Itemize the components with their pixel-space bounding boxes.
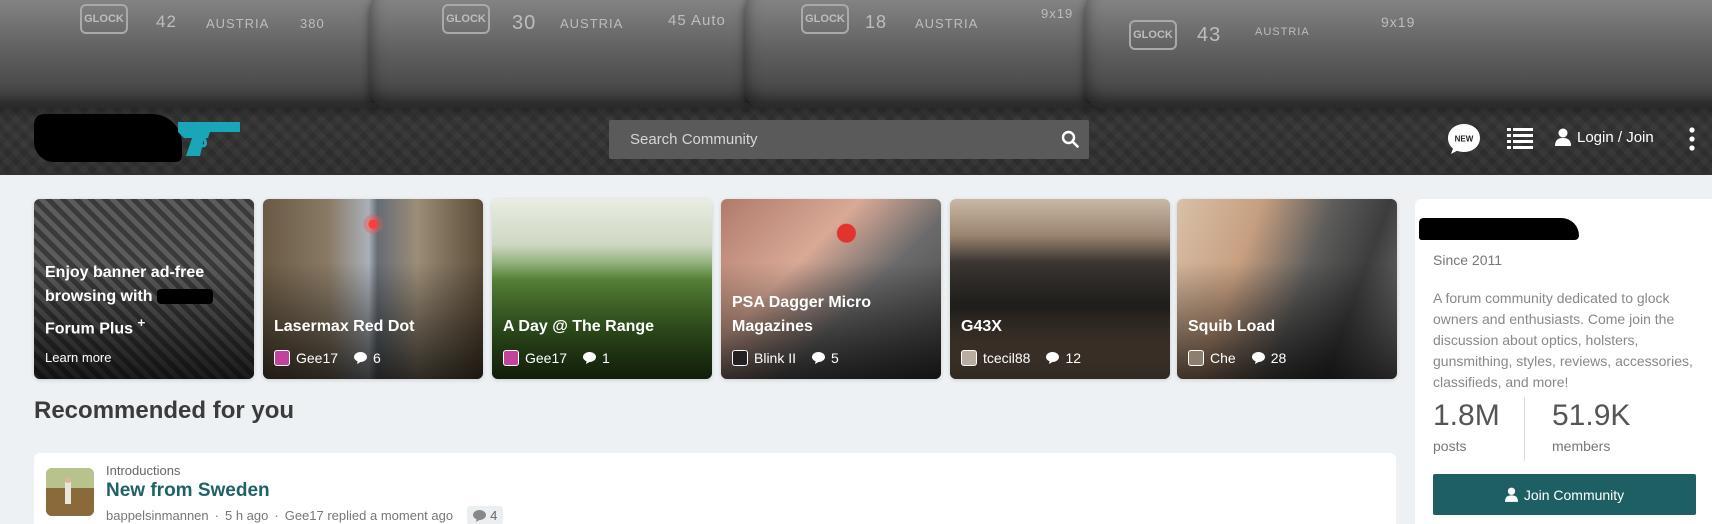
join-community-button[interactable]: Join Community [1433,474,1696,515]
members-count: 51.9K [1552,399,1631,432]
thread-card-meta: Gee17 1 [503,350,610,366]
community-since: Since 2011 [1433,252,1503,268]
thread-card[interactable]: G43X tcecil88 12 [950,199,1170,379]
pistol-logo-icon [178,122,240,156]
thread-title[interactable]: New from Sweden [106,480,270,502]
pistol-slide-3: GLOCK 18 AUSTRIA 9x19 [745,0,1105,108]
forum-plus-promo-card[interactable]: Enjoy banner ad-free browsing with Forum… [34,199,254,379]
thread-card-meta: Blink II 5 [732,350,839,366]
slide-logo: GLOCK [442,4,490,34]
thread-card-meta: tcecil88 12 [961,350,1081,366]
thread-author[interactable]: bappelsinmannen [106,508,209,523]
new-badge-text: NEW [1455,135,1474,144]
thread-card-title: G43X [961,318,1002,335]
thread-card-meta: Gee17 6 [274,350,381,366]
thread-meta: bappelsinmannen · 5 h ago · Gee17 replie… [106,506,504,524]
thread-card[interactable]: Lasermax Red Dot Gee17 6 [263,199,483,379]
new-chat-bubble-icon: NEW [1448,124,1480,154]
thread-posted-time: 5 h ago [224,508,269,523]
thread-card-title: PSA Dagger Micro Magazines [732,294,871,335]
author-name: Gee17 [296,350,339,366]
search-icon[interactable] [1061,130,1079,148]
author-avatar [961,350,977,366]
author-avatar [503,350,519,366]
thread-card-title: Squib Load [1188,318,1276,335]
comment-icon [1046,352,1060,364]
author-avatar [274,350,290,366]
pistol-slide-2: GLOCK 30 AUSTRIA 45 Auto [370,0,760,108]
members-stat: 51.9K members [1552,399,1630,454]
thread-card[interactable]: PSA Dagger Micro Magazines Blink II 5 [721,199,941,379]
list-icon[interactable] [1507,126,1533,152]
thread-card-meta: Che 28 [1188,350,1286,366]
comment-icon [812,352,826,364]
reply-count: 6 [373,350,381,366]
search-bar[interactable] [609,120,1089,159]
posts-count: 1.8M [1433,399,1500,432]
author-avatar [1188,350,1204,366]
login-join-button[interactable]: Login / Join [1555,128,1654,146]
site-logo[interactable] [34,110,244,168]
thread-list-item[interactable]: Introductions New from Sweden bappelsinm… [34,453,1396,524]
user-icon [1555,128,1571,146]
author-name: Che [1210,350,1236,366]
slide-logo: GLOCK [1129,20,1177,50]
slide-logo: GLOCK [80,4,128,34]
join-label: Join Community [1523,486,1625,503]
recommended-heading: Recommended for you [34,397,295,424]
redacted-community-name [1419,218,1579,240]
thread-card[interactable]: A Day @ The Range Gee17 1 [492,199,712,379]
redacted-text [157,288,213,304]
slide-logo: GLOCK [801,4,849,34]
person-photo-image [46,468,94,516]
author-name: tcecil88 [983,350,1031,366]
learn-more-link[interactable]: Learn more [45,350,111,365]
new-posts-button[interactable]: NEW [1447,123,1481,155]
thread-card-title: A Day @ The Range [503,318,655,335]
members-label: members [1552,438,1611,454]
promo-title: Enjoy banner ad-free browsing with Forum… [45,261,244,341]
author-avatar [732,350,748,366]
community-description: A forum community dedicated to glock own… [1433,290,1693,390]
posts-label: posts [1433,438,1467,454]
comment-icon [354,352,368,364]
community-info-sidebar: Since 2011 A forum community dedicated t… [1415,199,1712,524]
pistol-slide-1: GLOCK 42 AUSTRIA 380 [0,0,390,108]
login-label: Login / Join [1577,128,1654,146]
reply-count-badge: 4 [467,506,504,524]
redacted-logo-text [34,114,182,162]
thread-last-reply: Gee17 replied a moment ago [284,508,454,523]
reply-count: 12 [1065,350,1082,366]
thread-thumbnail [46,468,94,516]
thread-card-title: Lasermax Red Dot [274,318,415,335]
thread-card[interactable]: Squib Load Che 28 [1177,199,1397,379]
user-icon [1504,487,1518,502]
reply-count: 5 [831,350,839,366]
stat-divider [1524,397,1525,461]
search-input[interactable] [630,131,1030,148]
author-name: Gee17 [525,350,568,366]
posts-stat: 1.8M posts [1433,399,1500,454]
comment-icon [1251,352,1265,364]
thread-category[interactable]: Introductions [106,463,180,478]
more-options-icon[interactable] [1688,126,1696,152]
reply-count: 1 [602,350,610,366]
pistol-slide-4: GLOCK 43 AUSTRIA 9x19 [1085,0,1712,108]
comment-icon [473,509,487,522]
comment-icon [583,352,597,364]
plus-icon: + [137,314,146,330]
author-name: Blink II [754,350,797,366]
reply-count: 28 [1270,350,1287,366]
